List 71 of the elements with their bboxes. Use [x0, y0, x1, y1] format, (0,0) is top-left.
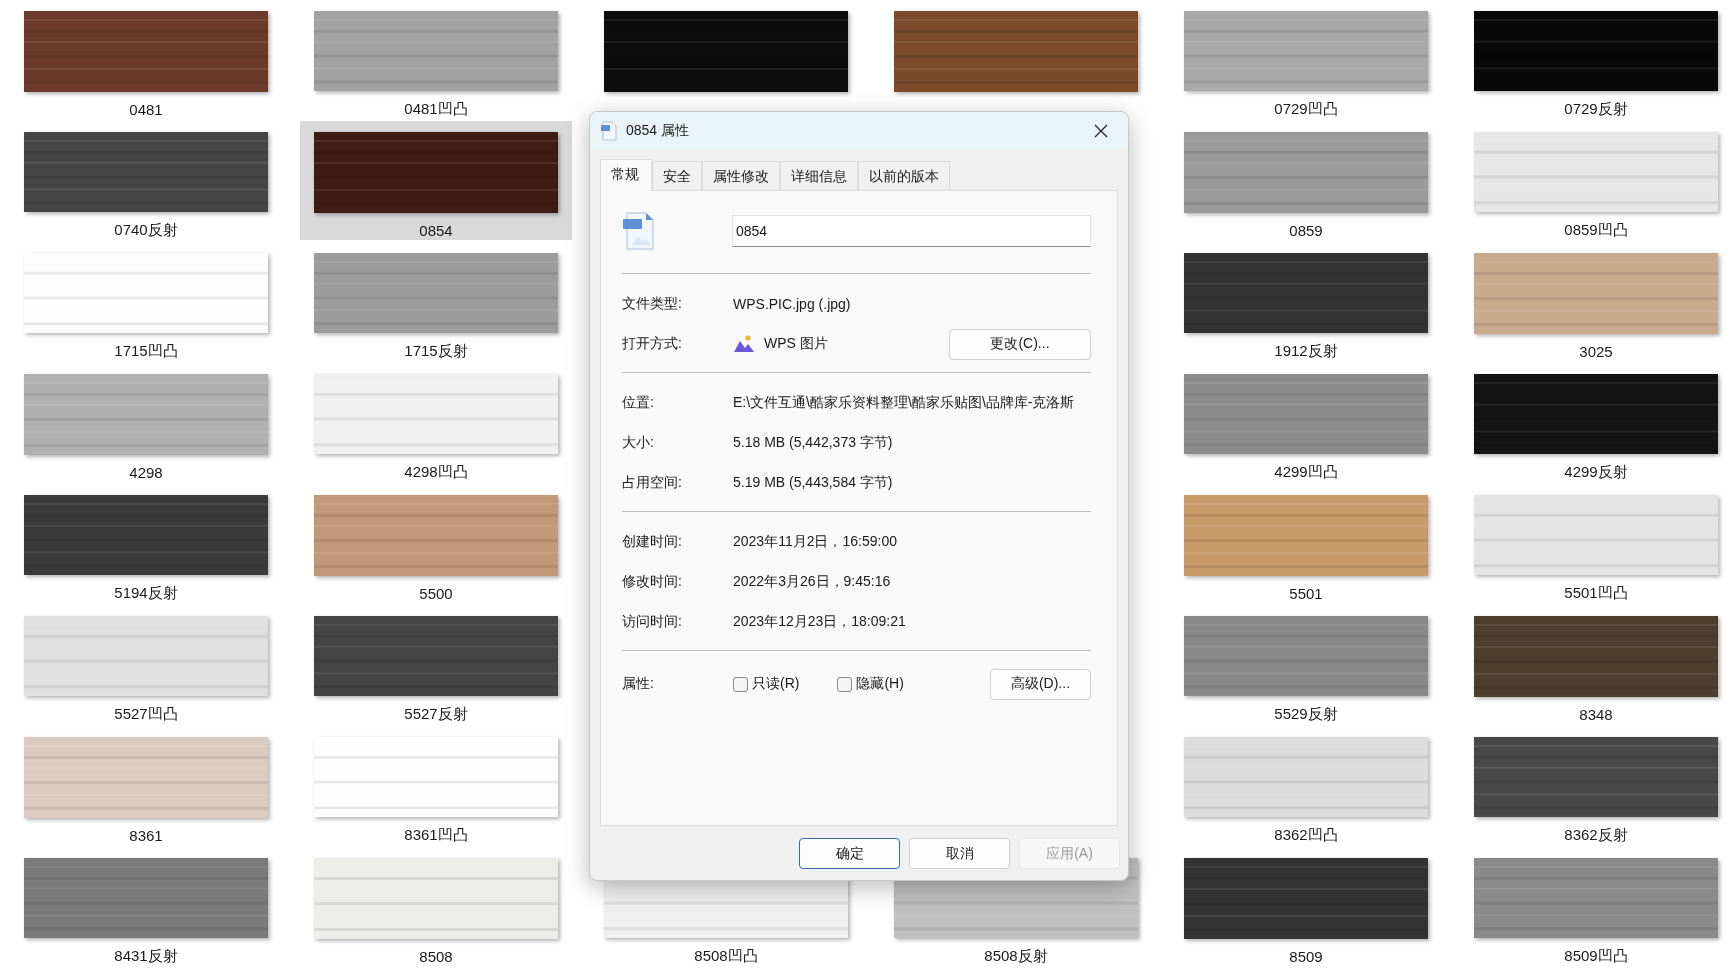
property-value: 5.19 MB (5,443,584 字节)	[733, 474, 893, 492]
property-value: 2023年12月23日，18:09:21	[733, 613, 906, 631]
property-label: 文件类型:	[622, 295, 683, 313]
property-label: 位置:	[622, 394, 655, 412]
property-label: 访问时间:	[622, 613, 683, 631]
property-label: 占用空间:	[622, 474, 683, 492]
file-name[interactable]: 0729反射	[1564, 100, 1628, 119]
file-name[interactable]: 8361	[129, 827, 163, 844]
file-name[interactable]: 4298凹凸	[404, 463, 468, 482]
file-name[interactable]: 8348	[1579, 706, 1613, 723]
file-name[interactable]: 0481凹凸	[404, 100, 468, 119]
file-name[interactable]: 8362凹凸	[1274, 826, 1338, 845]
file-name[interactable]: 5529反射	[1274, 705, 1338, 724]
file-name[interactable]: 1715反射	[404, 342, 468, 361]
file-name[interactable]: 0740反射	[114, 221, 178, 240]
file-name[interactable]: 3025	[1579, 343, 1613, 360]
file-name[interactable]: 0729凹凸	[1274, 100, 1338, 119]
property-label: 修改时间:	[622, 573, 683, 591]
file-name[interactable]: 0481	[129, 101, 163, 118]
image-file-icon	[622, 211, 656, 251]
mountain-icon	[733, 335, 755, 353]
tab[interactable]: 常规	[600, 159, 652, 191]
property-value: E:\文件互通\酷家乐资料整理\酷家乐贴图\品牌库-克洛斯	[733, 394, 1075, 412]
change-button[interactable]: 更改(C)...	[949, 328, 1091, 360]
file-name[interactable]: 0854	[419, 222, 453, 239]
checkbox-label[interactable]: 只读(R)	[752, 675, 800, 693]
file-name[interactable]: 8361凹凸	[404, 826, 468, 845]
file-name[interactable]: 5527反射	[404, 705, 468, 724]
advanced-button[interactable]: 高级(D)...	[990, 668, 1091, 700]
file-name[interactable]: 5527凹凸	[114, 705, 178, 724]
file-name[interactable]: 5501	[1289, 585, 1323, 602]
file-name[interactable]: 5500	[419, 585, 453, 602]
file-name[interactable]: 5194反射	[114, 584, 178, 603]
checkbox-label[interactable]: 隐藏(H)	[856, 675, 904, 693]
property-value: 2023年11月2日，16:59:00	[733, 533, 897, 551]
property-label: 创建时间:	[622, 533, 683, 551]
close-icon	[1094, 123, 1108, 138]
file-name[interactable]: 4298	[129, 464, 163, 481]
file-name[interactable]: 5501凹凸	[1564, 584, 1628, 603]
file-name[interactable]: 8508凹凸	[694, 947, 758, 966]
property-label: 属性:	[622, 675, 655, 693]
file-name[interactable]: 8362反射	[1564, 826, 1628, 845]
tab[interactable]: 属性修改	[702, 161, 780, 190]
checkbox[interactable]	[837, 676, 853, 692]
checkbox[interactable]	[733, 676, 748, 692]
dialog-button[interactable]: 取消	[909, 838, 1010, 869]
image-file-icon	[600, 120, 618, 141]
file-name[interactable]: 8509	[1289, 948, 1323, 965]
file-name-field[interactable]: 0854	[732, 215, 1091, 247]
file-name[interactable]: 8431反射	[114, 947, 178, 966]
tab[interactable]: 详细信息	[780, 161, 858, 190]
app-name: WPS 图片	[764, 335, 829, 353]
tab[interactable]: 以前的版本	[858, 161, 950, 190]
property-value: 2022年3月26日，9:45:16	[733, 573, 891, 591]
property-label: 打开方式:	[622, 335, 683, 353]
file-name[interactable]: 8508	[419, 948, 453, 965]
property-label: 大小:	[622, 434, 655, 452]
property-value: WPS.PIC.jpg (.jpg)	[733, 296, 851, 312]
file-name[interactable]: 0859	[1289, 222, 1323, 239]
property-value: 5.18 MB (5,442,373 字节)	[733, 434, 893, 452]
file-name[interactable]: 4299凹凸	[1274, 463, 1338, 482]
dialog-button[interactable]: 确定	[799, 838, 900, 869]
window-title: 0854 属性	[626, 121, 691, 140]
file-name[interactable]: 8508反射	[984, 947, 1048, 966]
selected-file-item[interactable]: 0854	[300, 121, 572, 240]
file-name[interactable]: 0859凹凸	[1564, 221, 1628, 240]
tab[interactable]: 安全	[652, 161, 702, 190]
file-name[interactable]: 1912反射	[1274, 342, 1338, 361]
file-name[interactable]: 8509凹凸	[1564, 947, 1628, 966]
file-name[interactable]: 4299反射	[1564, 463, 1628, 482]
file-name[interactable]: 1715凹凸	[114, 342, 178, 361]
